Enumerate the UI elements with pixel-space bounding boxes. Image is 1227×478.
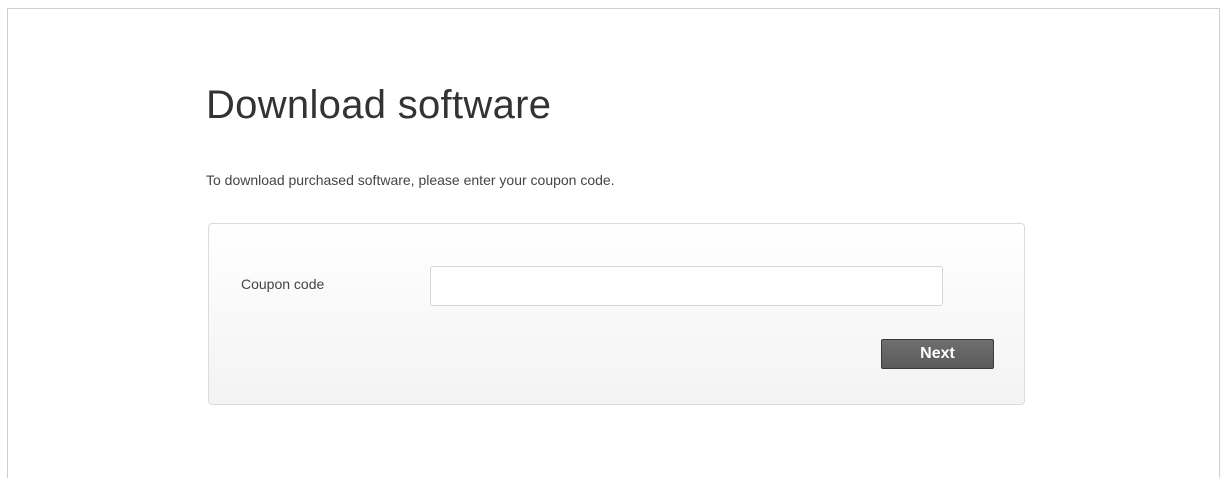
coupon-code-label: Coupon code — [241, 276, 325, 292]
page-frame: Download software To download purchased … — [7, 8, 1220, 478]
coupon-form-panel: Coupon code Next — [208, 223, 1025, 405]
next-button[interactable]: Next — [881, 339, 994, 369]
coupon-code-input[interactable] — [430, 266, 943, 306]
intro-text: To download purchased software, please e… — [206, 172, 615, 188]
page-title: Download software — [206, 83, 552, 127]
